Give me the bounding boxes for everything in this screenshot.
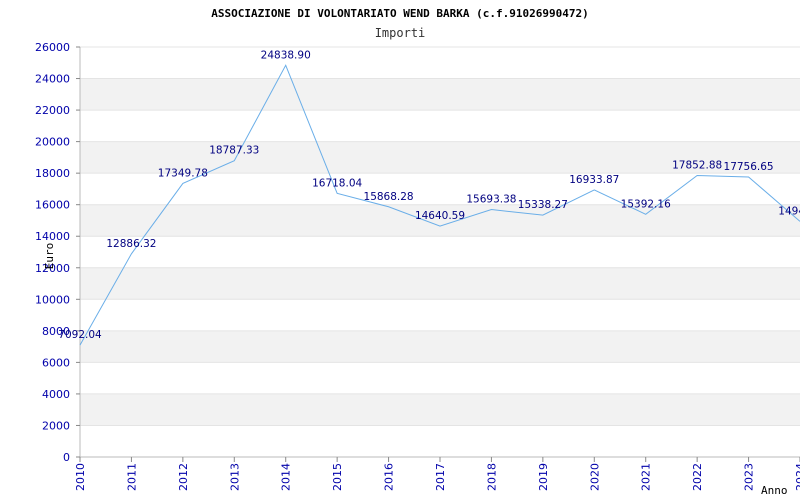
x-tick-label: 2021 (640, 463, 653, 491)
data-label: 17756.65 (724, 161, 774, 173)
x-tick-label: 2010 (74, 463, 87, 491)
x-tick-label: 2012 (177, 463, 190, 491)
data-label: 15693.38 (466, 194, 516, 206)
data-label: 15868.28 (364, 191, 414, 203)
grid-band (80, 330, 800, 363)
y-tick-label: 2000 (42, 419, 70, 432)
x-tick-label: 2018 (485, 463, 498, 491)
grid-band (80, 78, 800, 111)
x-tick-label: 2020 (588, 463, 601, 491)
chart-subtitle: Importi (375, 26, 426, 40)
x-tick-label: 2019 (537, 463, 550, 491)
y-tick-label: 4000 (42, 388, 70, 401)
background-bands (80, 78, 800, 426)
y-axis-ticks: 0200040006000800010000120001400016000180… (35, 41, 80, 464)
x-tick-label: 2014 (280, 463, 293, 491)
x-tick-label: 2011 (125, 463, 138, 491)
grid-band (80, 267, 800, 300)
y-tick-label: 22000 (35, 104, 70, 117)
y-tick-label: 0 (63, 451, 70, 464)
x-tick-label: 2016 (383, 463, 396, 491)
data-label: 16718.04 (312, 177, 362, 189)
data-label: 14640.59 (415, 210, 465, 222)
data-label: 24838.90 (261, 49, 311, 61)
y-tick-label: 6000 (42, 356, 70, 369)
data-label: 7092.04 (58, 329, 102, 341)
y-tick-label: 20000 (35, 136, 70, 149)
data-label: 15392.16 (621, 198, 671, 210)
x-axis-label: Anno (761, 484, 788, 497)
data-label: 12886.32 (106, 238, 156, 250)
x-tick-label: 2017 (434, 463, 447, 491)
data-label: 16933.87 (569, 174, 619, 186)
data-label: 17349.78 (158, 167, 208, 179)
y-tick-label: 14000 (35, 230, 70, 243)
data-label: 14943.5 (778, 205, 800, 217)
x-axis-ticks: 2010 2011 2012 2013 2014 2015 2016 2017 2018 2019… (74, 457, 800, 491)
data-label: 18787.33 (209, 145, 259, 157)
x-tick-label: 2023 (743, 463, 756, 491)
y-tick-label: 10000 (35, 293, 70, 306)
line-chart: 0200040006000800010000120001400016000180… (35, 7, 800, 497)
x-tick-label: 2015 (331, 463, 344, 491)
grid-band (80, 393, 800, 426)
data-label: 15338.27 (518, 199, 568, 211)
x-tick-label: 2024 (794, 463, 800, 491)
x-tick-label: 2022 (691, 463, 704, 491)
y-tick-label: 24000 (35, 73, 70, 86)
data-label: 17852.88 (672, 159, 722, 171)
y-tick-label: 16000 (35, 199, 70, 212)
y-axis-label: Euro (43, 243, 56, 270)
chart-title: ASSOCIAZIONE DI VOLONTARIATO WEND BARKA … (211, 7, 589, 20)
x-tick-label: 2013 (228, 463, 241, 491)
y-tick-label: 18000 (35, 167, 70, 180)
y-tick-label: 26000 (35, 41, 70, 54)
